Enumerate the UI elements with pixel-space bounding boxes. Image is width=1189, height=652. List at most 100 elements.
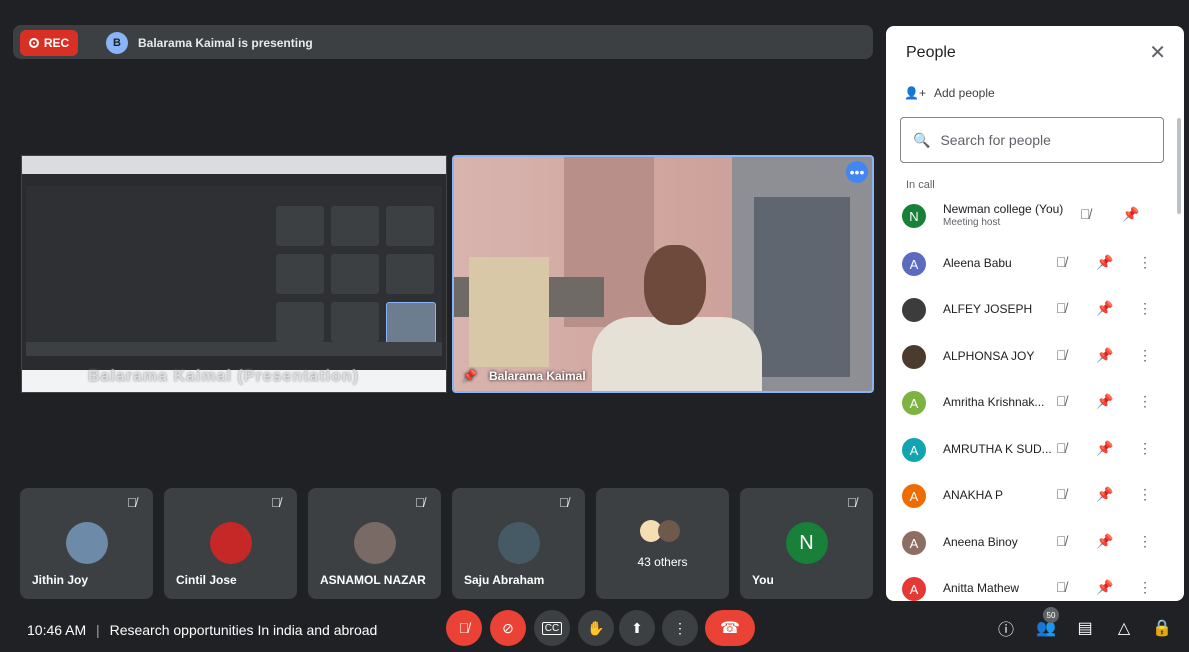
add-person-icon: 👤+ [904, 86, 926, 100]
hang-up-icon: ☎ [720, 620, 740, 637]
more-vert-icon[interactable]: ⋮ [1138, 300, 1152, 317]
mic-toggle-button[interactable]: 🎙̸ [446, 610, 482, 646]
mic-off-icon: 🎙̸ [1080, 206, 1091, 222]
more-options-button[interactable]: ⋮ [662, 610, 698, 646]
raise-hand-button[interactable]: ✋ [578, 610, 614, 646]
scrollbar[interactable] [1177, 118, 1181, 214]
mic-off-icon: 🎙̸ [1056, 579, 1067, 595]
section-label: In call [906, 179, 935, 191]
shared-screen-content [26, 186, 442, 356]
mic-off-icon: 🎙̸ [127, 495, 137, 510]
people-panel: People ✕ 👤+ Add people 🔍 Search for peop… [886, 26, 1184, 601]
meeting-info: 10:46 AM | Research opportunities In ind… [27, 622, 377, 638]
participant-row[interactable]: A ANAKHA P 🎙̸ 📌 ⋮ [902, 476, 1172, 516]
presenting-indicator: B Balarama Kaimal is presenting [92, 30, 872, 56]
more-vert-icon[interactable]: ⋮ [1138, 393, 1152, 410]
presenter-camera-tile[interactable]: ••• 📌 Balarama Kaimal [452, 155, 874, 393]
participant-avatar: A [902, 577, 926, 601]
participant-row[interactable]: A Aleena Babu 🎙̸ 📌 ⋮ [902, 244, 1172, 284]
camera-toggle-button[interactable]: ⊘ [490, 610, 526, 646]
pin-icon: 📌 [462, 369, 477, 383]
pin-icon[interactable]: 📌 [1096, 440, 1113, 457]
mic-off-icon: 🎙̸ [1056, 440, 1067, 456]
self-avatar: N [785, 522, 828, 564]
more-vert-icon: ⋮ [673, 619, 687, 636]
camera-tile-caption: 📌 Balarama Kaimal [462, 369, 586, 383]
participant-row[interactable]: A Anitta Mathew 🎙̸ 📌 ⋮ [902, 569, 1172, 601]
pin-icon[interactable]: 📌 [1096, 254, 1113, 271]
participant-tile[interactable]: 🎙̸ Jithin Joy [20, 488, 153, 599]
participant-tile[interactable]: 🎙̸ ASNAMOL NAZAR [308, 488, 441, 599]
participant-row[interactable]: A AMRUTHA K SUD... 🎙̸ 📌 ⋮ [902, 430, 1172, 470]
search-input[interactable]: 🔍 Search for people [900, 117, 1164, 163]
close-icon[interactable]: ✕ [1149, 40, 1166, 65]
presenter-avatar: B [106, 32, 128, 54]
pin-icon[interactable]: 📌 [1096, 393, 1113, 410]
mic-off-icon: 🎙̸ [1056, 300, 1067, 316]
participant-name: ALFEY JOSEPH [943, 302, 1033, 316]
participant-photo [209, 522, 252, 564]
divider: | [96, 622, 100, 638]
pin-icon[interactable]: 📌 [1096, 300, 1113, 317]
pin-icon[interactable]: 📌 [1096, 347, 1113, 364]
more-vert-icon[interactable]: ⋮ [1138, 579, 1152, 596]
participant-name: ALPHONSA JOY [943, 349, 1035, 363]
others-count: 43 others [637, 555, 688, 569]
pin-icon[interactable]: 📌 [1096, 579, 1113, 596]
participant-tile[interactable]: 🎙̸ Cintil Jose [164, 488, 297, 599]
more-vert-icon[interactable]: ⋮ [1138, 533, 1152, 550]
participant-tile[interactable]: 🎙̸ Saju Abraham [452, 488, 585, 599]
participant-avatar: N [902, 204, 926, 228]
participant-photo [65, 522, 108, 564]
participant-name: Aleena Babu [943, 256, 1012, 270]
mic-off-icon: 🎙̸ [458, 620, 470, 636]
chat-icon[interactable]: ▤ [1073, 616, 1097, 640]
participant-name: ASNAMOL NAZAR [320, 573, 426, 587]
more-options-icon[interactable]: ••• [846, 161, 868, 183]
camera-off-icon: ⊘ [502, 619, 514, 636]
participant-name: ANAKHA P [943, 488, 1004, 502]
meeting-title: Research opportunities In india and abro… [109, 622, 378, 638]
participant-name: Amritha Krishnak... [943, 395, 1045, 409]
leave-call-button[interactable]: ☎ [705, 610, 755, 646]
more-vert-icon[interactable]: ⋮ [1138, 440, 1152, 457]
participant-name: Cintil Jose [176, 573, 237, 587]
more-vert-icon[interactable]: ⋮ [1138, 254, 1152, 271]
participant-name: AMRUTHA K SUD... [943, 442, 1052, 456]
add-people-button[interactable]: 👤+ Add people [904, 86, 995, 100]
participant-row[interactable]: ALPHONSA JOY 🎙̸ 📌 ⋮ [902, 337, 1172, 377]
pin-icon[interactable]: 📌 [1096, 533, 1113, 550]
captions-button[interactable]: CC [534, 610, 570, 646]
more-vert-icon[interactable]: ⋮ [1138, 347, 1152, 364]
participant-avatar: A [902, 252, 926, 276]
meeting-details-icon[interactable]: ⓘ [994, 616, 1018, 640]
mic-off-icon: 🎙̸ [847, 495, 857, 510]
self-tile[interactable]: 🎙̸ N You [740, 488, 873, 599]
hand-icon: ✋ [587, 619, 605, 636]
participant-row[interactable]: ALFEY JOSEPH 🎙̸ 📌 ⋮ [902, 290, 1172, 330]
add-people-label: Add people [933, 86, 995, 100]
record-icon [28, 38, 39, 48]
recording-badge: REC [20, 30, 78, 56]
share-tile-label: Balarama Kaimal (Presentation) [88, 368, 359, 385]
participant-row[interactable]: A Aneena Binoy 🎙̸ 📌 ⋮ [902, 523, 1172, 563]
pin-icon[interactable]: 📌 [1122, 206, 1139, 223]
shared-screen-toolbar [26, 342, 442, 356]
activities-icon[interactable]: △ [1112, 616, 1136, 640]
mic-off-icon: 🎙̸ [1056, 347, 1067, 363]
shared-browser-chrome [22, 156, 446, 174]
host-controls-icon[interactable]: 🔒 [1150, 616, 1174, 640]
screen-share-tile[interactable]: Balarama Kaimal (Presentation) [21, 155, 447, 393]
pin-icon[interactable]: 📌 [1096, 486, 1113, 503]
participant-avatar: A [902, 391, 926, 415]
present-button[interactable]: ⬆ [619, 610, 655, 646]
participant-avatar [902, 298, 926, 322]
participant-photo [497, 522, 540, 564]
participant-avatar [902, 345, 926, 369]
participant-avatar: A [902, 484, 926, 508]
mic-off-icon: 🎙̸ [1056, 393, 1067, 409]
participant-row[interactable]: N Newman college (You) Meeting host 🎙̸ 📌 [902, 196, 1172, 236]
others-tile[interactable]: 43 others [596, 488, 729, 599]
participant-row[interactable]: A Amritha Krishnak... 🎙̸ 📌 ⋮ [902, 383, 1172, 423]
more-vert-icon[interactable]: ⋮ [1138, 486, 1152, 503]
